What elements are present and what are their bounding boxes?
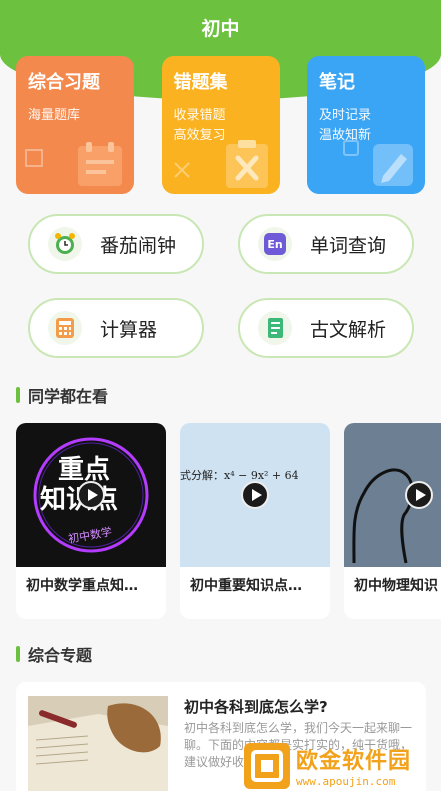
calculator-icon [48, 311, 82, 345]
video-card-physics[interactable]: 初中物理知识 [344, 423, 441, 619]
video-card-math[interactable]: 重点 知识点 初中数学 初中数学重点知… [16, 423, 166, 619]
card-exercises[interactable]: 综合习题 海量题库 [16, 56, 134, 194]
tool-pomodoro-button[interactable]: 番茄闹钟 [28, 214, 204, 274]
article-image [28, 696, 168, 791]
card-subtitle: 海量题库 [28, 108, 81, 123]
tool-label: 古文解析 [310, 318, 387, 341]
card-subtitle-1: 及时记录 [319, 108, 372, 123]
watermark-url: www.apoujin.com [296, 775, 396, 788]
pencil-icon [25, 149, 43, 167]
section-title-text: 同学都在看 [28, 387, 109, 406]
play-icon[interactable] [405, 481, 433, 509]
tool-calculator-button[interactable]: 计算器 [28, 298, 204, 358]
video-caption: 初中数学重点知… [26, 578, 138, 594]
watermark-text: 欧金软件园 www.apoujin.com [296, 743, 411, 788]
play-icon[interactable] [241, 481, 269, 509]
card-mistakes[interactable]: 错题集 收录错题 高效复习 [161, 56, 280, 194]
tool-label: 计算器 [100, 318, 158, 341]
clipboard-x-icon [225, 140, 268, 188]
watermark-logo-icon [244, 742, 290, 789]
section-title-text: 综合专题 [28, 646, 93, 665]
watermark-name: 欧金软件园 [296, 749, 412, 774]
video-caption: 初中物理知识 [354, 578, 438, 594]
tool-word-lookup-button[interactable]: En 单词查询 [238, 214, 414, 274]
notebook-icon [78, 142, 122, 186]
watermark: 欧金软件园 www.apoujin.com [244, 740, 441, 791]
article-title: 初中各科到底怎么学? [184, 698, 328, 716]
video-carousel[interactable]: 重点 知识点 初中数学 初中数学重点知… 式分解：x⁴ − 9x² + 64 初… [16, 423, 441, 619]
card-title: 综合习题 [28, 72, 100, 93]
video-card-key-points[interactable]: 式分解：x⁴ − 9x² + 64 初中重要知识点… [180, 423, 330, 619]
feature-cards: 综合习题 海量题库 错题集 收录错题 高效复习 笔记 及时记录 温故知新 [16, 56, 425, 194]
doodle-icon [343, 140, 359, 156]
card-notes[interactable]: 笔记 及时记录 温故知新 [307, 56, 425, 194]
book-and-leaf-graphic [28, 696, 168, 791]
video-caption: 初中重要知识点… [190, 578, 302, 594]
tool-label: 单词查询 [310, 234, 387, 257]
en-dictionary-icon: En [258, 227, 292, 261]
video-thumbnail [344, 423, 441, 567]
section-marker [16, 387, 20, 403]
card-title: 错题集 [173, 72, 228, 93]
alarm-clock-icon [48, 227, 82, 261]
page-title: 初中 [201, 18, 240, 40]
thumb-line-1: 重点 [58, 455, 111, 485]
app-screen: 初中 综合习题 海量题库 错题集 收录错题 高效复习 笔记 及时记录 温故知新 … [0, 0, 441, 791]
x-mark-icon [173, 162, 190, 178]
tool-label: 番茄闹钟 [100, 234, 177, 257]
play-icon[interactable] [77, 481, 105, 509]
thumb-text: 重点 知识点 [40, 455, 118, 515]
video-thumbnail: 式分解：x⁴ − 9x² + 64 [180, 423, 330, 567]
tool-classical-chinese-button[interactable]: 古文解析 [238, 298, 414, 358]
book-icon [258, 311, 292, 345]
card-subtitle-1: 收录错题 [173, 108, 226, 123]
video-thumbnail: 重点 知识点 初中数学 [16, 423, 166, 567]
section-topics-title: 综合专题 [16, 642, 92, 666]
card-title: 笔记 [319, 72, 355, 93]
en-glyph: En [264, 233, 286, 255]
pen-note-icon [373, 144, 413, 186]
section-watching-title: 同学都在看 [16, 383, 108, 407]
section-marker [16, 646, 20, 662]
